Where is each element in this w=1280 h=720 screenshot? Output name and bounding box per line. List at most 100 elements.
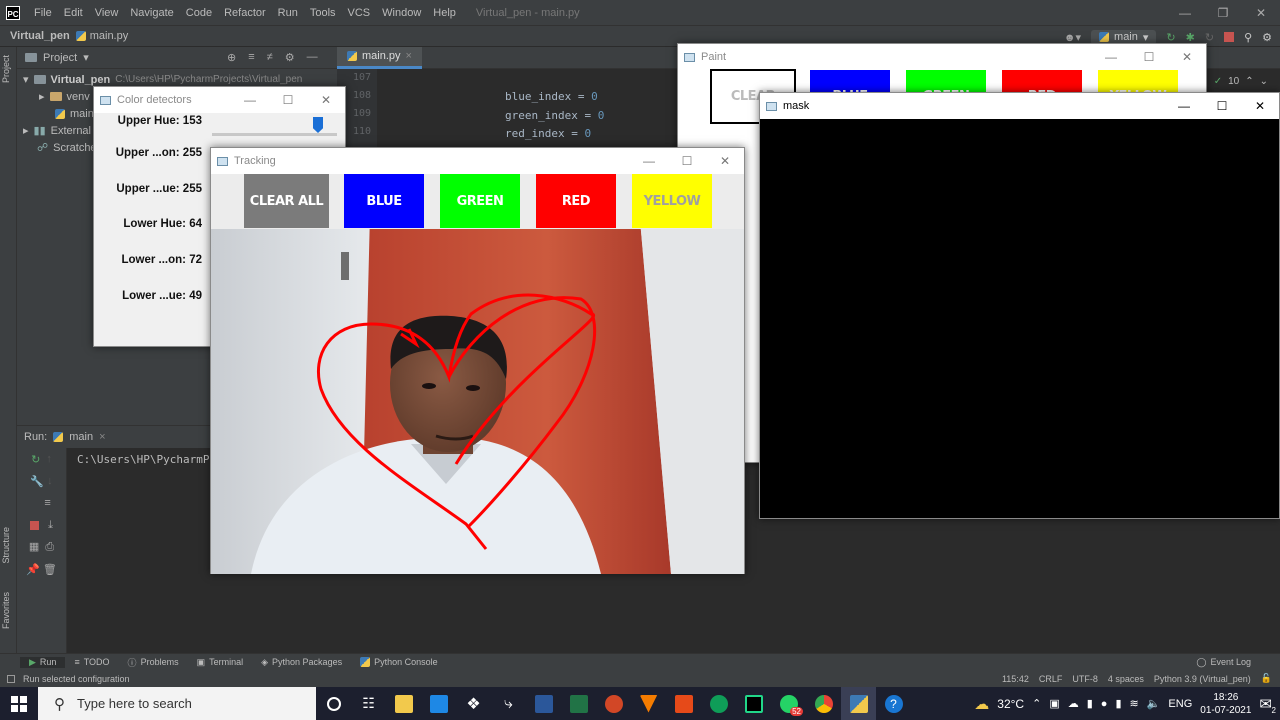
tracking-yellow-button[interactable]: YELLOW — [632, 174, 712, 228]
locate-icon[interactable]: ⊕ — [227, 51, 236, 64]
wifi-icon[interactable]: ≋ — [1130, 697, 1139, 710]
code-line[interactable]: green_index = 0 — [505, 109, 604, 122]
language-indicator[interactable]: ENG — [1168, 698, 1192, 710]
chrome-icon[interactable] — [806, 687, 841, 720]
minimize-icon[interactable]: — — [231, 87, 269, 113]
weather-temp[interactable]: 32°C — [997, 697, 1024, 711]
chevron-up-icon[interactable]: ⌃ — [1032, 697, 1041, 710]
tab-main-py[interactable]: main.py × — [337, 46, 422, 69]
inspection-widget[interactable]: ✓ 10 ⌃ ⌄ — [1214, 76, 1268, 87]
cortana-icon[interactable] — [316, 687, 351, 720]
tab-problems[interactable]: ⓘ Problems — [119, 656, 188, 669]
menu-edit[interactable]: Edit — [58, 7, 89, 19]
vlc-app-icon[interactable] — [631, 687, 666, 720]
word-icon[interactable] — [526, 687, 561, 720]
file-explorer-icon[interactable] — [386, 687, 421, 720]
clock[interactable]: 18:26 01-07-2021 — [1200, 691, 1251, 717]
notification-center[interactable]: ✉ 2 — [1259, 695, 1276, 715]
indent-setting[interactable]: 4 spaces — [1108, 674, 1144, 684]
taskbar-search-box[interactable]: ⚲ Type here to search — [38, 687, 316, 720]
structure-tool-tab[interactable]: Structure — [1, 527, 11, 564]
close-icon[interactable]: ✕ — [706, 148, 744, 174]
menu-run[interactable]: Run — [272, 7, 304, 19]
debug-icon[interactable]: ✱ — [1186, 31, 1195, 44]
excel-icon[interactable] — [561, 687, 596, 720]
tracking-clear-all-button[interactable]: CLEAR ALL — [244, 174, 329, 228]
maximize-icon[interactable]: ☐ — [1203, 93, 1241, 119]
close-icon[interactable]: ✕ — [1241, 93, 1279, 119]
coverage-icon[interactable]: ↻ — [1205, 31, 1214, 44]
tab-event-log[interactable]: ◯ Event Log — [1187, 657, 1260, 668]
settings-icon[interactable]: ⚙ — [1262, 31, 1272, 44]
power-icon[interactable]: ▮ — [1115, 697, 1121, 710]
interpreter[interactable]: Python 3.9 (Virtual_pen) — [1154, 674, 1251, 684]
line-separator[interactable]: CRLF — [1039, 674, 1063, 684]
lock-icon[interactable]: 🔓 — [1261, 673, 1272, 684]
hide-icon[interactable]: — — [307, 51, 318, 64]
maximize-icon[interactable]: ☐ — [269, 87, 307, 113]
lightning-app-icon[interactable]: ⤷ — [491, 687, 526, 720]
stop-icon[interactable] — [1224, 32, 1235, 42]
help-icon[interactable]: ? — [876, 687, 911, 720]
soft-wrap-icon[interactable]: ≡ — [17, 492, 66, 514]
console-output[interactable]: C:\Users\HP\PycharmP — [77, 453, 209, 466]
close-tab-icon[interactable]: × — [406, 50, 412, 62]
minimize-icon[interactable]: — — [1166, 0, 1204, 25]
task-view-icon[interactable]: ☷ — [351, 687, 386, 720]
close-icon[interactable]: ✕ — [1242, 0, 1280, 25]
restore-icon[interactable]: ❐ — [1204, 0, 1242, 25]
edge-icon[interactable] — [701, 687, 736, 720]
code-line[interactable]: blue_index = 0 — [505, 90, 598, 103]
menu-file[interactable]: File — [28, 7, 58, 19]
start-button[interactable] — [0, 687, 38, 720]
run-config-tab[interactable]: main — [69, 431, 93, 443]
maximize-icon[interactable]: ☐ — [668, 148, 706, 174]
collapse-all-icon[interactable]: ≠ — [267, 51, 273, 64]
pycharm-taskbar-icon[interactable] — [736, 687, 771, 720]
volume-icon[interactable]: 🔈 — [1147, 697, 1161, 710]
chevron-down-icon[interactable]: ⌄ — [1260, 76, 1268, 87]
upper-hue-slider[interactable] — [212, 117, 337, 147]
close-icon[interactable]: ✕ — [1168, 44, 1206, 70]
menu-navigate[interactable]: Navigate — [124, 7, 179, 19]
python-taskbar-icon[interactable] — [841, 687, 876, 720]
tracking-green-button[interactable]: GREEN — [440, 174, 520, 228]
tracking-red-button[interactable]: RED — [536, 174, 616, 228]
pin-icon[interactable]: 📌 🗑 — [17, 558, 66, 580]
layout-icon[interactable]: ▦ ⎙ — [17, 536, 66, 558]
minimize-icon[interactable]: — — [630, 148, 668, 174]
mail-icon[interactable] — [421, 687, 456, 720]
minimize-icon[interactable]: — — [1165, 93, 1203, 119]
stop-icon[interactable]: ⤓ — [17, 514, 66, 536]
breadcrumb-project[interactable]: Virtual_pen — [0, 30, 76, 42]
code-line[interactable]: red_index = 0 — [505, 127, 591, 140]
battery-icon[interactable]: ▮ — [1087, 697, 1093, 710]
tab-run[interactable]: ▶ Run — [20, 656, 66, 668]
menu-refactor[interactable]: Refactor — [218, 7, 272, 19]
slider-thumb[interactable] — [313, 117, 323, 133]
weather-icon[interactable]: ☁ — [974, 695, 989, 713]
powerpoint-icon[interactable] — [596, 687, 631, 720]
menu-vcs[interactable]: VCS — [342, 7, 377, 19]
rerun-icon[interactable]: ↻ ↑ — [17, 448, 66, 470]
project-label[interactable]: Project — [43, 52, 77, 64]
menu-tools[interactable]: Tools — [304, 7, 342, 19]
dropbox-icon[interactable]: ❖ — [456, 687, 491, 720]
tab-todo[interactable]: ≡ TODO — [65, 657, 118, 667]
tab-python-console[interactable]: Python Console — [351, 657, 447, 667]
whatsapp-icon[interactable]: 52 — [771, 687, 806, 720]
expand-all-icon[interactable]: ≡ — [248, 51, 254, 64]
close-icon[interactable]: ✕ — [307, 87, 345, 113]
menu-window[interactable]: Window — [376, 7, 427, 19]
office-icon[interactable] — [666, 687, 701, 720]
close-icon[interactable]: × — [99, 431, 105, 443]
minimize-icon[interactable]: — — [1092, 44, 1130, 70]
user-icon[interactable]: ☻▾ — [1064, 31, 1081, 44]
chevron-up-icon[interactable]: ⌃ — [1245, 76, 1253, 87]
breadcrumb-file[interactable]: main.py — [75, 30, 128, 42]
file-encoding[interactable]: UTF-8 — [1072, 674, 1098, 684]
gear-icon[interactable]: ⚙ — [285, 51, 295, 64]
microphone-icon[interactable]: ● — [1101, 698, 1108, 710]
tab-terminal[interactable]: ▣ Terminal — [188, 657, 253, 668]
menu-help[interactable]: Help — [427, 7, 462, 19]
